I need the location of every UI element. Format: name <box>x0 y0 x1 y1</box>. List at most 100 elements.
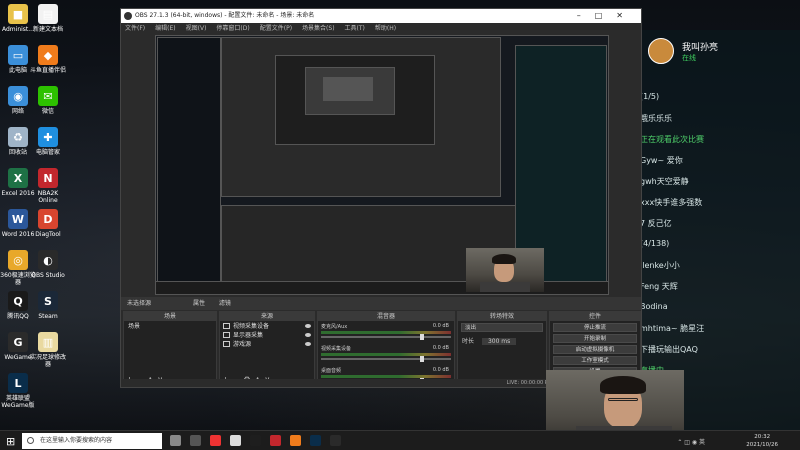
menu-item[interactable]: 文件(F) <box>125 25 145 32</box>
taskbar-app-icon[interactable] <box>270 435 281 446</box>
transitions-dock: 转场特效 淡出 时长 300 ms <box>457 311 547 387</box>
sources-dock: 来源 视频采集设备 显示器采集 游戏源 +−⚙∧∨ <box>219 311 315 387</box>
chat-message: Feng 天辉 <box>640 282 678 291</box>
start-recording-button[interactable]: 开始录制 <box>553 334 637 343</box>
taskbar-clock[interactable]: 20:32 2021/10/26 <box>746 433 778 449</box>
window-controls[interactable]: –□✕ <box>577 9 637 23</box>
windows-start-icon[interactable]: ⊞ <box>6 435 15 448</box>
webcam-hair <box>492 254 516 264</box>
visibility-eye-icon[interactable] <box>305 323 311 328</box>
taskbar-app-icon[interactable] <box>250 435 261 446</box>
visibility-eye-icon[interactable] <box>305 341 311 346</box>
app-icon: ♻ <box>8 127 28 147</box>
desktop-icon-label: 斗鱼直播伴侣 <box>30 67 67 74</box>
system-tray[interactable]: ⌃ ◫ ◉ 英 <box>677 437 705 446</box>
menu-item[interactable]: 工具(T) <box>345 25 365 32</box>
taskbar-app-icon[interactable] <box>190 435 201 446</box>
app-icon: ◉ <box>8 86 28 106</box>
scene-item[interactable]: 场景 <box>124 321 216 332</box>
app-icon: ▭ <box>8 45 28 65</box>
desktop-icon[interactable]: ◐ OBS Studio <box>30 250 66 279</box>
gamepad-icon <box>223 340 230 347</box>
visibility-eye-icon[interactable] <box>305 332 311 337</box>
desktop-icon-label: Steam <box>38 313 58 320</box>
obs-title-bar[interactable]: OBS 27.1.3 (64-bit, windows) - 配置文件: 未命名… <box>121 9 641 23</box>
desktop-icon[interactable]: L 英雄联盟 WeGame版 <box>0 373 36 409</box>
desktop-icon[interactable]: N NBA2K Online <box>30 168 66 204</box>
scenes-dock-title: 场景 <box>124 312 216 321</box>
source-item[interactable]: 显示器采集 <box>220 330 314 339</box>
mixer-channel: 麦克风/Aux 0.0 dB <box>321 323 451 343</box>
menu-item[interactable]: 帮助(H) <box>375 25 396 32</box>
desktop-icon[interactable]: S Steam <box>30 291 66 320</box>
volume-slider[interactable] <box>321 356 451 362</box>
desktop-icon[interactable]: D DiagTool <box>30 209 66 238</box>
chat-message: mhtima~ 脆星汪 <box>640 324 705 333</box>
desktop-icon-label: 微信 <box>41 108 54 115</box>
mixer-channel-name: 视频采集设备 <box>321 346 352 352</box>
monitor-icon <box>223 331 230 338</box>
desktop-icon[interactable]: ◆ 斗鱼直播伴侣 <box>30 45 66 74</box>
source-item[interactable]: 游戏源 <box>220 339 314 348</box>
search-placeholder: 在这里输入你要搜索的内容 <box>40 437 113 444</box>
volume-slider[interactable] <box>321 334 451 340</box>
desktop-icon[interactable]: ▥ 实况足球修改器 <box>30 332 66 368</box>
controls-dock-title: 控件 <box>550 312 640 321</box>
app-icon: X <box>8 168 28 188</box>
mixer-channel-name: 桌面音频 <box>321 368 342 374</box>
webcam-shirt <box>480 282 530 292</box>
transitions-dock-title: 转场特效 <box>458 312 546 321</box>
stop-streaming-button[interactable]: 停止推流 <box>553 323 637 332</box>
desktop-icon[interactable]: ✉ 微信 <box>30 86 66 115</box>
desktop-icon-label: 实况足球修改器 <box>30 354 67 368</box>
streamer-avatar <box>648 38 674 64</box>
source-label: 游戏源 <box>233 341 252 348</box>
taskbar-app-icon[interactable] <box>210 435 221 446</box>
search-icon <box>27 437 34 444</box>
chat-message: (1/5) <box>640 92 660 101</box>
mixer-dock: 混音器 麦克风/Aux 0.0 dB 视频采集设备 0.0 dB 桌面音频 0.… <box>317 311 455 387</box>
clock-time: 20:32 <box>754 434 771 440</box>
virtual-camera-button[interactable]: 启动虚拟摄像机 <box>553 345 637 354</box>
menu-item[interactable]: 场景集合(S) <box>302 25 335 32</box>
app-icon: ✉ <box>38 86 58 106</box>
desktop-icon[interactable]: ✚ 电脑管家 <box>30 127 66 156</box>
menu-item[interactable]: 配置文件(P) <box>260 25 292 32</box>
chat-message: 正在观看此次比赛 <box>640 135 704 144</box>
mixer-channel-name: 麦克风/Aux <box>321 324 348 330</box>
transition-duration-row: 时长 300 ms <box>458 334 546 347</box>
taskbar-app-icon[interactable] <box>290 435 301 446</box>
chat-message: 下播玩输出QAQ <box>640 345 698 354</box>
app-icon: ◐ <box>38 250 58 270</box>
desktop-icon-label: 电脑管家 <box>35 149 60 156</box>
source-item[interactable]: 视频采集设备 <box>220 321 314 330</box>
menu-item[interactable]: 停靠窗口(D) <box>216 25 249 32</box>
studio-mode-button[interactable]: 工作室模式 <box>553 356 637 365</box>
preview-desktop-icons <box>157 37 221 293</box>
desktop-icon[interactable]: ▤ 新建文本档 <box>30 4 66 33</box>
taskbar-search-box[interactable]: 在这里输入你要搜索的内容 <box>22 433 162 449</box>
taskbar-app-icon[interactable] <box>330 435 341 446</box>
desktop: ■ Administ... ▤ 新建文本档 ▭ 此电脑 ◆ 斗鱼直播伴侣 ◉ 网络 ✉ 微信 ♻ 回收站 ✚… <box>0 0 800 450</box>
desktop-icon-label: DiagTool <box>35 231 61 238</box>
chat-message: ilenke小小 <box>640 261 680 270</box>
webcam-glasses <box>608 398 638 401</box>
obs-window[interactable]: OBS 27.1.3 (64-bit, windows) - 配置文件: 未命名… <box>120 8 642 388</box>
transition-select[interactable]: 淡出 <box>461 323 543 332</box>
preview-nested-obs-3 <box>323 77 373 101</box>
menu-item[interactable]: 视图(V) <box>186 25 207 32</box>
duration-input[interactable]: 300 ms <box>481 338 517 345</box>
volume-slider-knob[interactable] <box>419 356 424 362</box>
filters-button[interactable]: 滤镜 <box>219 300 231 307</box>
app-icon: N <box>38 168 58 188</box>
taskbar-app-icon[interactable] <box>310 435 321 446</box>
clock-date: 2021/10/26 <box>746 442 778 448</box>
taskbar-app-icon[interactable] <box>230 435 241 446</box>
volume-slider-knob[interactable] <box>419 334 424 340</box>
app-icon: ◆ <box>38 45 58 65</box>
taskbar-app-icon[interactable] <box>170 435 181 446</box>
no-source-label: 未选择源 <box>127 300 152 307</box>
volume-meter <box>321 353 451 356</box>
menu-item[interactable]: 编辑(E) <box>155 25 175 32</box>
properties-button[interactable]: 属性 <box>193 300 205 307</box>
